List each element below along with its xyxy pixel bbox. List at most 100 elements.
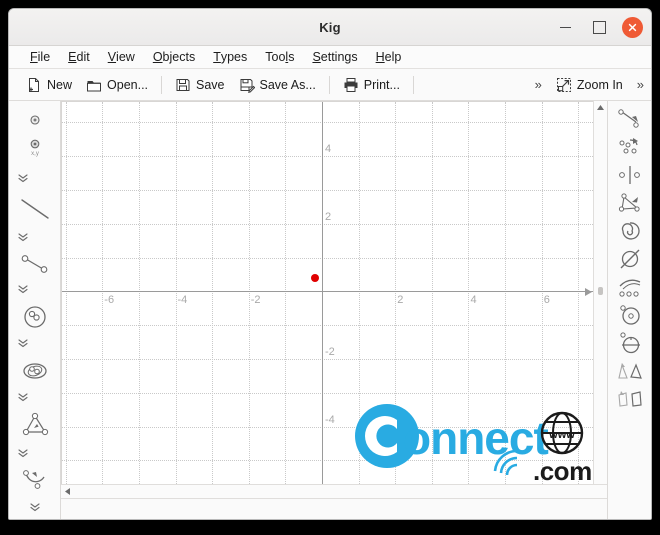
save-floppy-icon — [176, 78, 190, 91]
gridline-horizontal — [62, 392, 593, 394]
menu-help[interactable]: Help — [367, 46, 411, 69]
horizontal-scrollbar[interactable] — [61, 484, 607, 498]
conic-tool-icon[interactable] — [21, 359, 49, 383]
slot-rotate — [608, 133, 651, 161]
svg-text:www: www — [548, 429, 575, 441]
print-button-label: Print... — [363, 77, 400, 92]
connect-watermark: onnect www .com — [355, 404, 592, 484]
menu-view[interactable]: View — [99, 46, 144, 69]
canvas-area: -6 -4 -2 2 4 6 4 2 -2 -4 onnect www .com — [61, 101, 607, 519]
geometry-point[interactable] — [310, 273, 319, 282]
main-body: x,y -6 -4 -2 2 4 6 4 2 -2 -4 onnect www … — [9, 101, 651, 519]
polygon-transform-tool-icon[interactable] — [616, 387, 644, 411]
new-button[interactable]: New — [19, 72, 79, 98]
menu-view-rest: iew — [116, 50, 135, 64]
toolbar-overflow-right-button[interactable]: » — [630, 77, 651, 92]
maximize-button[interactable] — [588, 17, 610, 39]
menu-tools[interactable]: Too l s — [256, 46, 303, 69]
y-axis — [322, 102, 323, 484]
geometry-canvas[interactable]: -6 -4 -2 2 4 6 4 2 -2 -4 onnect www .com — [61, 101, 593, 484]
minimize-button[interactable] — [554, 17, 576, 39]
toolbar-separator-3 — [412, 75, 414, 94]
menu-edit-rest: dit — [76, 50, 90, 64]
reflect-over-line-tool-icon[interactable] — [617, 163, 643, 187]
gridline-horizontal — [62, 426, 593, 428]
chevron-double-down-icon — [18, 233, 28, 241]
menu-types[interactable]: Types — [204, 46, 256, 69]
ellipse-tool-icon[interactable] — [617, 331, 643, 355]
gridline-horizontal — [62, 460, 593, 462]
expand-lines-group-chevron[interactable] — [17, 232, 29, 242]
open-button-label: Open... — [107, 77, 149, 92]
menu-objects[interactable]: Objects — [144, 46, 204, 69]
scroll-up-button[interactable] — [594, 101, 607, 114]
line-tool-icon[interactable] — [19, 195, 51, 223]
zoom-in-button[interactable]: Zoom In — [549, 72, 630, 98]
polygon-tool-icon[interactable] — [21, 411, 49, 439]
gridline-horizontal — [62, 325, 593, 327]
save-as-icon — [240, 78, 255, 93]
point-tool-icon[interactable] — [26, 111, 44, 129]
gridline-vertical — [358, 102, 360, 484]
close-button[interactable] — [622, 17, 643, 38]
printer-icon — [344, 77, 358, 92]
slot-expand-lines — [9, 226, 60, 249]
locus-tool-icon[interactable] — [617, 275, 643, 299]
new-button-label: New — [47, 77, 73, 92]
rotate-tool-icon[interactable] — [617, 135, 643, 159]
expand-conics-group-chevron[interactable] — [17, 393, 29, 403]
menu-types-rest: ypes — [220, 50, 248, 64]
folder-open-icon — [87, 80, 102, 91]
print-button[interactable]: Print... — [336, 72, 407, 98]
save-button[interactable]: Save — [168, 72, 232, 98]
invert-tool-icon[interactable] — [617, 247, 643, 271]
arc-tool-icon[interactable] — [21, 467, 49, 493]
slot-invert — [608, 245, 651, 273]
x-tick-label: 6 — [543, 294, 550, 307]
triangle-up-icon — [597, 105, 604, 110]
slot-polygon-transform — [608, 385, 651, 413]
gridline-horizontal — [62, 122, 593, 124]
expand-points-group-chevron[interactable] — [17, 173, 29, 183]
vertical-scrollbar[interactable] — [593, 101, 607, 484]
point-by-coordinates-tool-icon[interactable]: x,y — [25, 137, 45, 161]
titlebar: Kig — [9, 9, 651, 46]
segment-tool-icon[interactable] — [19, 252, 51, 276]
menu-tools-b: s — [288, 50, 295, 64]
scroll-left-button[interactable] — [61, 485, 74, 498]
expand-circles-group-chevron[interactable] — [17, 339, 29, 349]
x-tick-label: 2 — [397, 294, 404, 307]
circle-through-points-tool-icon[interactable] — [617, 303, 643, 327]
vertical-scroll-thumb[interactable] — [598, 287, 603, 295]
window-controls — [554, 9, 643, 46]
expand-more-group-chevron[interactable] — [29, 502, 41, 512]
expand-segments-group-chevron[interactable] — [17, 285, 29, 295]
spiral-tool-icon[interactable] — [617, 219, 643, 243]
gridline-vertical — [212, 102, 214, 484]
save-as-button[interactable]: Save As... — [232, 72, 323, 98]
statusbar — [61, 498, 607, 519]
translate-tool-icon[interactable] — [617, 107, 643, 131]
chevron-double-down-icon — [29, 503, 40, 511]
menubar: File Edit View Objects Types Too l s Setti… — [9, 46, 651, 69]
toolbar-overflow-button[interactable]: » — [528, 77, 549, 92]
menu-file[interactable]: File — [21, 46, 59, 69]
slot-expand-circles — [9, 332, 60, 355]
menu-settings[interactable]: Settings — [303, 46, 366, 69]
chevron-double-down-icon — [18, 393, 28, 402]
x-axis-arrow — [585, 287, 592, 296]
menu-edit[interactable]: Edit — [59, 46, 99, 69]
triangle-transform-tool-icon[interactable] — [616, 359, 644, 383]
open-button[interactable]: Open... — [79, 72, 155, 98]
circle-tool-icon[interactable] — [22, 304, 48, 330]
similitude-tool-icon[interactable] — [617, 191, 643, 215]
save-button-label: Save — [196, 77, 225, 92]
svg-text:.com: .com — [533, 456, 592, 484]
svg-text:onnect: onnect — [403, 412, 548, 464]
gridline-vertical — [505, 102, 507, 484]
expand-polygons-group-chevron[interactable] — [17, 448, 29, 458]
new-document-icon — [29, 77, 39, 92]
menu-objects-rest: bjects — [162, 50, 196, 64]
transforms-toolbar-right — [607, 101, 651, 519]
slot-expand-points — [9, 165, 60, 192]
